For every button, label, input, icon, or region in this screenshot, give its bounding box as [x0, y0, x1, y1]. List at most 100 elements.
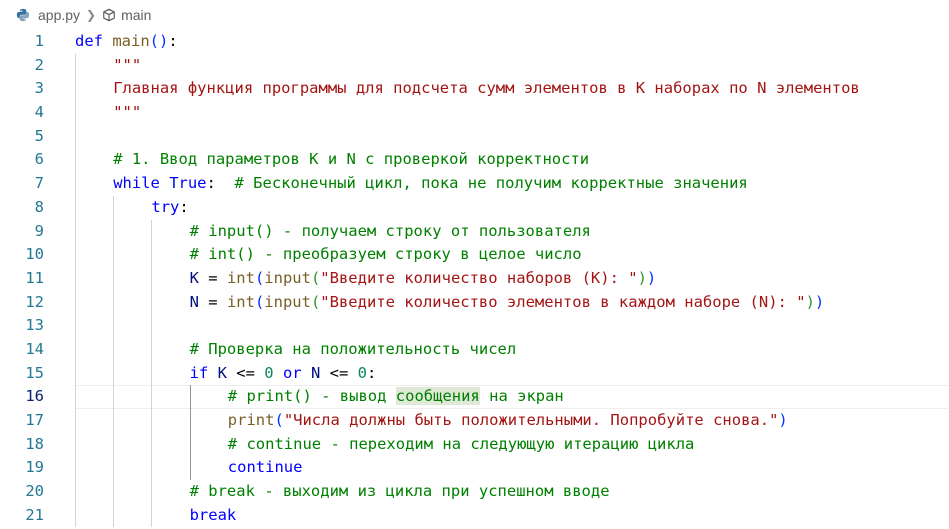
indent-guide: [75, 243, 76, 267]
indent-guide: [151, 243, 153, 267]
chevron-right-icon: ❯: [86, 8, 97, 22]
code-line[interactable]: 12 N = int(input("Введите количество элем…: [0, 290, 949, 315]
code-token: continue: [227, 458, 303, 477]
breadcrumb-symbol[interactable]: main: [121, 7, 151, 23]
indent-guide: [75, 195, 76, 220]
code-token: :: [168, 32, 178, 50]
indent-guide: [75, 266, 76, 291]
indent-guide: [75, 385, 76, 409]
code-token: :: [206, 174, 235, 193]
indent-guide: [151, 409, 153, 433]
code-text: # int() - преобразуем строку в целое чис…: [190, 243, 582, 267]
code-line[interactable]: 15 if K <= 0 or N <= 0:: [0, 361, 949, 386]
code-line[interactable]: 11 K = int(input("Введите количество набо…: [0, 266, 949, 291]
line-number: 1: [34, 32, 44, 50]
code-line[interactable]: 3 Главная функция программы для подсчета …: [0, 77, 949, 102]
code-token: (: [254, 292, 265, 311]
code-line[interactable]: 9 # input() - получаем строку от пользова…: [0, 219, 949, 244]
code-text: # input() - получаем строку от пользоват…: [190, 220, 591, 244]
code-text: """: [113, 54, 141, 78]
indent-guide: [113, 432, 115, 457]
code-token: # 1. Ввод параметров K и N с проверкой к…: [113, 150, 590, 169]
indent-guide: [75, 314, 76, 338]
code-token: <=: [226, 363, 265, 382]
code-token: ): [637, 268, 647, 287]
code-token: "Числа должны быть положительными. Попро…: [283, 411, 779, 429]
line-number: 5: [34, 126, 44, 145]
indent-guide: [75, 53, 76, 78]
line-number: 2: [34, 55, 44, 74]
code-token: True: [169, 174, 207, 193]
indent-guide: [151, 337, 153, 362]
indent-guide: [113, 361, 115, 386]
line-number: 19: [25, 458, 44, 477]
code-line[interactable]: 5: [0, 124, 949, 149]
code-token: ): [778, 411, 788, 429]
code-text: K = int(input("Введите количество наборо…: [190, 267, 657, 291]
indent-guide: [113, 456, 115, 481]
indent-guide: [75, 77, 76, 102]
breadcrumb-file[interactable]: app.py: [38, 7, 80, 23]
code-line[interactable]: 4 """: [0, 101, 949, 125]
code-token: while: [113, 174, 170, 193]
code-line[interactable]: 2 """: [0, 53, 949, 78]
code-line[interactable]: 1 def main():: [0, 30, 949, 54]
code-text: print("Числа должны быть положительными.…: [228, 409, 788, 433]
symbol-method-icon: [103, 8, 115, 22]
code-token: if: [189, 363, 218, 382]
indent-guide: [151, 385, 153, 409]
code-token: <=: [320, 363, 358, 382]
indent-guide: [113, 219, 115, 244]
indent-guide: [75, 503, 76, 528]
code-text: """: [113, 101, 141, 125]
indent-guide: [151, 456, 153, 481]
code-token: (: [254, 268, 265, 287]
code-line[interactable]: 21 break: [0, 503, 949, 528]
code-token: (): [149, 32, 169, 50]
indent-guide: [75, 219, 76, 244]
code-token: Главная функция программы для подсчета с…: [113, 79, 860, 98]
code-token: K: [217, 363, 227, 382]
code-token: # break - выходим из цикла при успешном …: [189, 482, 610, 501]
indent-guide: [151, 432, 153, 457]
code-line[interactable]: 14 # Проверка на положительность чисел: [0, 337, 949, 362]
code-token: на экран: [479, 387, 564, 406]
code-token: # int() - преобразуем строку в целое чис…: [189, 245, 582, 264]
code-token: # print() - вывод: [227, 387, 396, 406]
code-token: int: [226, 268, 255, 287]
code-line[interactable]: 19 continue: [0, 456, 949, 481]
code-token: # input() - получаем строку от пользоват…: [189, 221, 591, 240]
code-token: input: [264, 292, 311, 311]
code-token: or: [273, 363, 311, 382]
code-line[interactable]: 20 # break - выходим из цикла при успешно…: [0, 480, 949, 504]
code-line[interactable]: 17 print("Числа должны быть положительным…: [0, 409, 949, 433]
code-line[interactable]: 10 # int() - преобразуем строку в целое ч…: [0, 243, 949, 267]
indent-guide: [113, 409, 115, 433]
indent-guide: [189, 409, 191, 433]
code-token: # Проверка на положительность чисел: [189, 339, 517, 358]
code-text: if K <= 0 or N <= 0:: [190, 362, 377, 386]
code-text: # print() - вывод сообщения на экран: [228, 385, 564, 409]
code-line[interactable]: 18 # continue - переходим на следующую ит…: [0, 432, 949, 457]
indent-guide: [189, 385, 191, 409]
indent-guide: [75, 432, 76, 457]
indent-guide: [75, 361, 76, 386]
indent-guide: [151, 219, 153, 244]
code-editor[interactable]: 1 def main(): 2 """ 3 Главная функция програм…: [0, 30, 949, 528]
code-token: print: [227, 411, 275, 429]
indent-guide: [113, 243, 115, 267]
code-line[interactable]: 6 # 1. Ввод параметров K и N с проверкой …: [0, 148, 949, 173]
line-number: 10: [25, 245, 44, 264]
line-number: 11: [25, 268, 44, 287]
code-line[interactable]: 13: [0, 314, 949, 338]
code-text: # 1. Ввод параметров K и N с проверкой к…: [113, 148, 589, 172]
indent-guide: [113, 314, 115, 338]
indent-guide: [75, 101, 76, 125]
code-line[interactable]: 7 while True: # Бесконечный цикл, пока не…: [0, 172, 949, 196]
code-line[interactable]: 8 try:: [0, 195, 949, 220]
code-line[interactable]: 16 # print() - вывод сообщения на экран: [0, 385, 949, 409]
line-number: 8: [34, 197, 44, 216]
indent-guide: [75, 172, 76, 196]
indent-guide: [189, 432, 191, 457]
code-token: =: [198, 268, 227, 287]
